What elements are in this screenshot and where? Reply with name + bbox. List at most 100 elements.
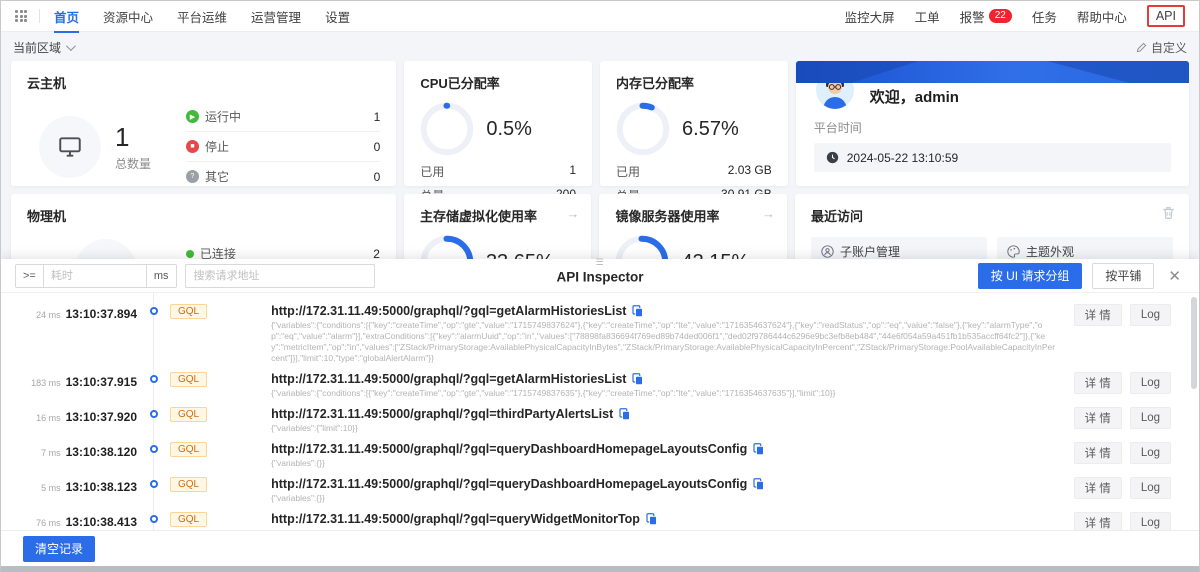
vm-stat-other[interactable]: ? 其它 0 — [186, 162, 380, 191]
log-button[interactable]: Log — [1130, 304, 1171, 326]
gql-badge: GQL — [170, 304, 207, 319]
memory-used-label: 已用 — [616, 163, 640, 180]
region-selector[interactable]: 当前区域 — [13, 39, 73, 56]
request-duration: 5 ms — [41, 483, 61, 493]
request-main: http://172.31.11.49:5000/graphql/?gql=ge… — [271, 372, 1073, 399]
gql-badge: GQL — [170, 407, 207, 422]
recent-item-label: 主题外观 — [1026, 243, 1074, 260]
copy-icon[interactable] — [619, 408, 630, 420]
stopped-status-icon: ■ — [186, 140, 199, 153]
alarm-count-badge: 22 — [989, 9, 1012, 23]
inspector-footer: 清空记录 — [1, 530, 1199, 566]
clear-records-button[interactable]: 清空记录 — [23, 536, 95, 562]
drag-handle-icon[interactable]: ☰ — [595, 259, 604, 266]
log-button[interactable]: Log — [1130, 442, 1171, 464]
timeline-dot-icon — [150, 515, 158, 523]
timeline-node — [137, 407, 170, 418]
flat-view-button[interactable]: 按平铺 — [1092, 263, 1154, 289]
request-meta: 7 ms13:10:38.120 — [15, 442, 137, 461]
gql-badge: GQL — [170, 372, 207, 387]
request-meta: 16 ms13:10:37.920 — [15, 407, 137, 426]
primary-storage-title: 主存储虚拟化使用率 — [420, 206, 576, 225]
api-log-row: 76 ms13:10:38.413 GQL http://172.31.11.4… — [1, 507, 1199, 530]
copy-icon[interactable] — [753, 478, 764, 490]
api-log-row: 16 ms13:10:37.920 GQL http://172.31.11.4… — [1, 402, 1199, 437]
detail-button[interactable]: 详 情 — [1074, 304, 1122, 326]
detail-button[interactable]: 详 情 — [1074, 407, 1122, 429]
nav-item-resource-center[interactable]: 资源中心 — [103, 0, 153, 33]
request-meta: 24 ms13:10:37.894 — [15, 304, 137, 323]
copy-icon[interactable] — [646, 513, 657, 525]
alarm-label: 报警 — [960, 7, 985, 26]
cpu-card-title: CPU已分配率 — [420, 73, 576, 92]
dashboard-page: 首页 资源中心 平台运维 运营管理 设置 监控大屏 工单 报警 22 任务 帮助… — [0, 0, 1200, 572]
api-inspector-toggle[interactable]: API — [1147, 5, 1185, 27]
monitor-screen-link[interactable]: 监控大屏 — [845, 7, 895, 26]
arrow-right-icon[interactable]: → — [762, 206, 775, 221]
log-button[interactable]: Log — [1130, 372, 1171, 394]
nav-item-operation-mgmt[interactable]: 运营管理 — [251, 0, 301, 33]
request-main: http://172.31.11.49:5000/graphql/?gql=th… — [271, 407, 1073, 434]
apps-grid-icon[interactable] — [15, 10, 27, 22]
ticket-link[interactable]: 工单 — [915, 7, 940, 26]
help-center-link[interactable]: 帮助中心 — [1077, 7, 1127, 26]
detail-button[interactable]: 详 情 — [1074, 372, 1122, 394]
vm-stat-running-value: 1 — [374, 110, 381, 124]
row-actions: 详 情 Log — [1074, 512, 1171, 530]
detail-button[interactable]: 详 情 — [1074, 442, 1122, 464]
request-url: http://172.31.11.49:5000/graphql/?gql=qu… — [271, 512, 640, 526]
request-payload: {"variables":{"namespace":"ZStack/VM","m… — [271, 528, 1057, 530]
row-actions: 详 情 Log — [1074, 442, 1171, 464]
vm-total-label: 总数量 — [115, 155, 151, 172]
detail-button[interactable]: 详 情 — [1074, 512, 1122, 530]
timeline-node — [137, 512, 170, 523]
request-duration: 24 ms — [36, 310, 61, 320]
copy-icon[interactable] — [753, 443, 764, 455]
gql-badge: GQL — [170, 512, 207, 527]
cpu-used-value: 1 — [569, 163, 576, 180]
copy-icon[interactable] — [632, 305, 643, 317]
request-meta: 76 ms13:10:38.413 — [15, 512, 137, 530]
log-button[interactable]: Log — [1130, 407, 1171, 429]
request-url: http://172.31.11.49:5000/graphql/?gql=qu… — [271, 477, 747, 491]
nav-item-platform-ops[interactable]: 平台运维 — [177, 0, 227, 33]
alarm-link[interactable]: 报警 22 — [960, 7, 1012, 26]
cpu-percent: 0.5% — [486, 118, 532, 141]
welcome-greeting: 欢迎，admin — [870, 86, 959, 107]
customize-button[interactable]: 自定义 — [1136, 39, 1187, 56]
chevron-down-icon — [66, 41, 76, 51]
timeline-dot-icon — [150, 375, 158, 383]
row-actions: 详 情 Log — [1074, 407, 1171, 429]
vm-stat-running[interactable]: ▶ 运行中 1 — [186, 102, 380, 132]
request-payload: {"variables":{"conditions":[{"key":"crea… — [271, 388, 1057, 399]
api-log-row: 7 ms13:10:38.120 GQL http://172.31.11.49… — [1, 437, 1199, 472]
close-icon[interactable]: ✕ — [1164, 267, 1185, 285]
request-payload: {"variables":{}} — [271, 493, 1057, 504]
image-server-title: 镜像服务器使用率 — [615, 206, 771, 225]
request-payload: {"variables":{"limit":10}} — [271, 423, 1057, 434]
nav-item-settings[interactable]: 设置 — [325, 0, 350, 33]
trash-icon[interactable] — [1162, 206, 1175, 220]
log-button[interactable]: Log — [1130, 477, 1171, 499]
detail-button[interactable]: 详 情 — [1074, 477, 1122, 499]
api-inspector-panel: ☰ >= ms API Inspector 按 UI 请求分组 按平铺 ✕ 24… — [1, 259, 1199, 566]
copy-icon[interactable] — [632, 373, 643, 385]
connected-status-icon — [186, 250, 194, 258]
nav-item-home[interactable]: 首页 — [54, 0, 79, 33]
timeline-node — [137, 304, 170, 315]
url-search-input[interactable] — [185, 264, 375, 288]
row-actions: 详 情 Log — [1074, 372, 1171, 394]
request-meta: 5 ms13:10:38.123 — [15, 477, 137, 496]
inspector-title: API Inspector — [556, 269, 643, 284]
duration-filter-input[interactable] — [43, 264, 147, 288]
duration-filter-group: >= ms — [15, 264, 177, 288]
task-link[interactable]: 任务 — [1032, 7, 1057, 26]
inspector-header: ☰ >= ms API Inspector 按 UI 请求分组 按平铺 ✕ — [1, 259, 1199, 293]
log-button[interactable]: Log — [1130, 512, 1171, 530]
clock-icon — [826, 151, 839, 164]
group-by-ui-button[interactable]: 按 UI 请求分组 — [978, 263, 1083, 289]
arrow-right-icon[interactable]: → — [566, 206, 579, 221]
request-duration: 183 ms — [31, 378, 61, 388]
vm-stat-stopped-label: 停止 — [205, 138, 229, 155]
vm-stat-stopped[interactable]: ■ 停止 0 — [186, 132, 380, 162]
